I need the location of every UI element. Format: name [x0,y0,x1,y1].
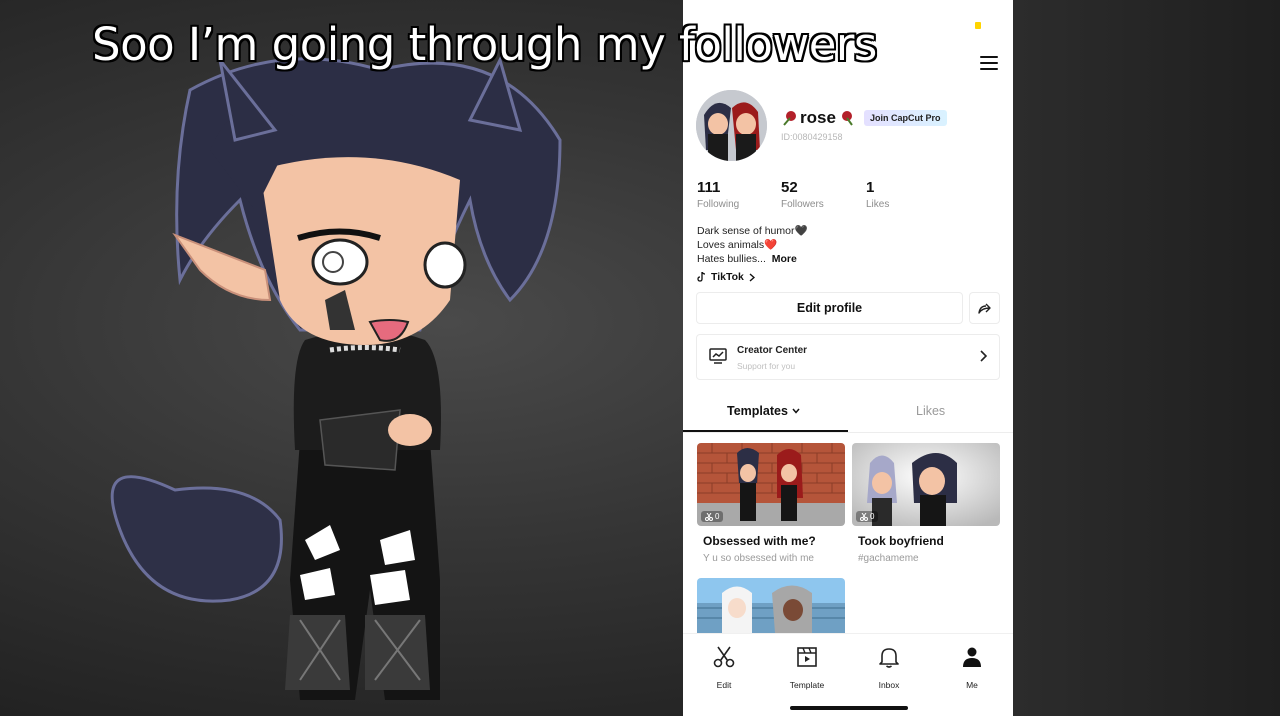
profile-username: rose [780,108,856,128]
template-card[interactable]: 0 Obsessed with me? Y u so obsessed with… [697,443,845,564]
nav-inbox[interactable]: Inbox [859,644,919,690]
tab-templates-label: Templates [727,404,788,418]
creator-center-title: Creator Center [737,345,808,356]
monitor-icon [709,348,727,364]
template-thumbnail: 0 [697,443,845,526]
stat-value: 1 [866,179,875,196]
user-id: ID:0080429158 [781,132,843,142]
stat-value: 111 [697,179,721,196]
tiktok-link[interactable]: TikTok [697,271,755,283]
username-text: rose [800,108,836,127]
share-icon [978,303,991,314]
bio-line: Hates bullies... [697,253,766,265]
rooftop-thumbnail-image [697,578,845,638]
template-use-count: 0 [701,511,724,522]
template-subtitle: #gachameme [858,553,919,564]
stat-label: Followers [781,199,824,210]
stat-label: Following [697,199,740,210]
nav-label: Edit [716,680,732,690]
template-thumbnail [697,578,845,638]
tiktok-link-label: TikTok [711,271,744,283]
bio-more-link[interactable]: More [772,253,797,265]
tab-likes[interactable]: Likes [916,404,945,418]
rose-icon [841,111,853,126]
creator-center-subtitle: Support for you [737,361,796,371]
chevron-right-icon [980,350,987,362]
stat-followers[interactable]: 52 Followers [781,179,824,210]
chevron-right-icon [749,272,755,282]
template-icon [797,647,817,667]
avatar-image [696,90,767,161]
template-title: Took boyfriend [858,534,944,548]
template-use-count: 0 [856,511,879,522]
bottom-navigation: Edit Template Inbox Me [683,633,1013,716]
stat-value: 52 [781,179,798,196]
nav-me[interactable]: Me [942,644,1002,690]
capcut-profile-screen: rose Join CapCut Pro ID:0080429158 111 F… [683,0,1013,716]
rose-icon [783,111,796,126]
bio-line: Dark sense of humor🖤 [697,225,808,237]
bio-line: Loves animals❤️ [697,239,778,251]
video-caption-overlay: Soo I’m going through my followers [92,18,877,71]
template-card[interactable] [697,578,845,638]
template-title: Obsessed with me? [703,534,816,548]
stat-following[interactable]: 111 Following [697,179,739,210]
stat-label: Likes [866,199,890,210]
scissors-icon [705,512,713,521]
edit-profile-button[interactable]: Edit profile [696,292,963,324]
share-profile-button[interactable] [969,292,1000,324]
profile-bio: Dark sense of humor🖤 Loves animals❤️ Hat… [697,224,808,266]
tab-divider [683,432,1013,433]
scissors-icon [713,646,735,668]
creator-center-card[interactable]: Creator Center Support for you [696,334,1000,380]
template-card[interactable]: 0 Took boyfriend #gachameme [852,443,1000,564]
chevron-down-icon [792,408,800,414]
template-thumbnail: 0 [852,443,1000,526]
bell-icon [879,648,899,668]
stat-likes[interactable]: 1 Likes [866,179,889,210]
template-use-count-value: 0 [715,512,720,521]
nav-label: Inbox [878,680,900,690]
nav-label: Template [789,680,825,690]
background-right [1013,0,1280,716]
nav-label: Me [966,680,978,690]
nav-template[interactable]: Template [777,644,837,690]
join-capcut-pro-badge[interactable]: Join CapCut Pro [864,110,947,126]
template-use-count-value: 0 [870,512,875,521]
profile-tabs: Templates Likes [683,397,1013,433]
home-indicator [790,706,908,710]
avatar[interactable] [696,90,767,161]
person-icon [963,647,981,667]
tab-templates[interactable]: Templates [727,404,800,418]
tiktok-icon [697,272,706,282]
nav-edit[interactable]: Edit [694,644,754,690]
scissors-icon [860,512,868,521]
template-subtitle: Y u so obsessed with me [703,553,814,564]
wolf-character-illustration [110,55,562,700]
